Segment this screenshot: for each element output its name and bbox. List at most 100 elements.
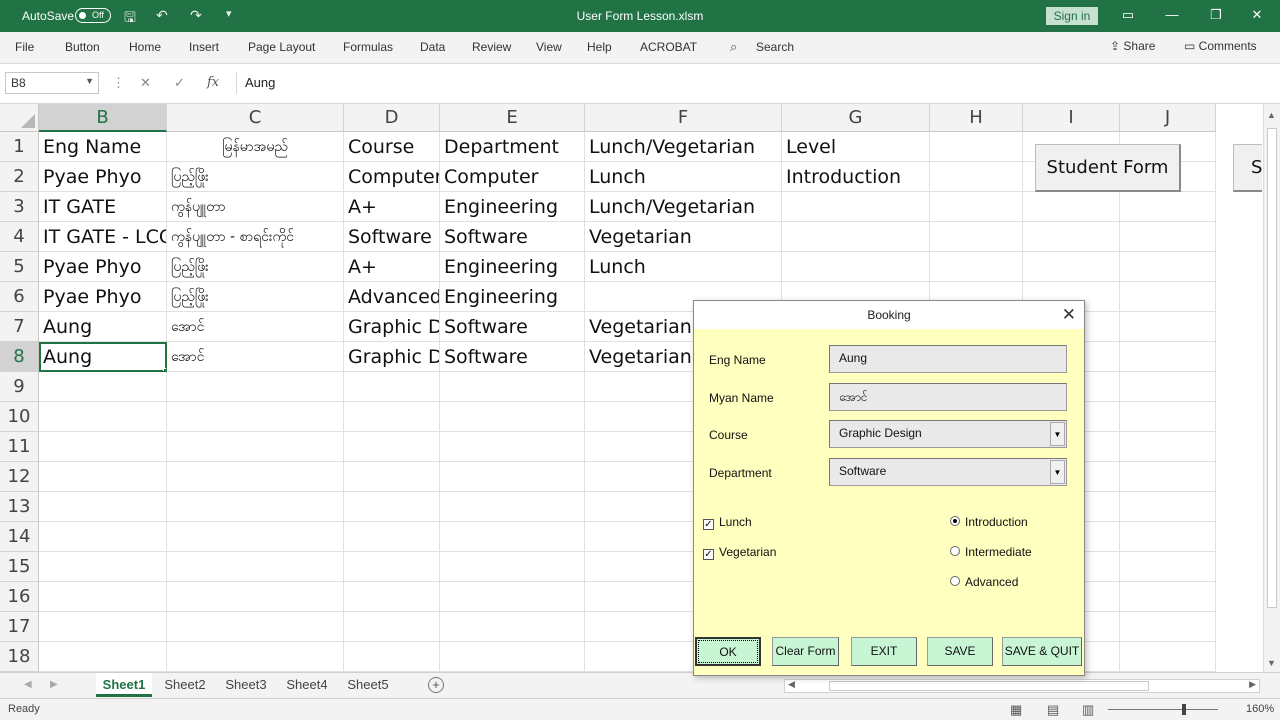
cell-e14[interactable]	[440, 522, 585, 552]
scroll-right-icon[interactable]: ▶	[1249, 679, 1256, 690]
redo-icon[interactable]: ↷	[190, 7, 202, 24]
chevron-down-icon[interactable]: ▼	[1050, 422, 1065, 446]
cell-b17[interactable]	[39, 612, 167, 642]
cell-j14[interactable]	[1120, 522, 1216, 552]
cell-e7[interactable]: Software	[440, 312, 585, 342]
share-button[interactable]: ⇪ Share	[1110, 39, 1155, 53]
cell-c8[interactable]: အောင်	[167, 342, 344, 372]
cell-b11[interactable]	[39, 432, 167, 462]
sheet-button-partial[interactable]: S	[1233, 144, 1262, 192]
select-all-corner[interactable]	[0, 104, 39, 132]
cell-e2[interactable]: Computer	[440, 162, 585, 192]
cell-j16[interactable]	[1120, 582, 1216, 612]
sheet-tab-sheet3[interactable]: Sheet3	[218, 673, 274, 697]
zoom-knob[interactable]	[1182, 704, 1186, 715]
cell-b3[interactable]: IT GATE	[39, 192, 167, 222]
cell-b9[interactable]	[39, 372, 167, 402]
cell-c18[interactable]	[167, 642, 344, 672]
clear-form-button[interactable]: Clear Form	[772, 637, 839, 666]
cell-d6[interactable]: Advanced	[344, 282, 440, 312]
tab-page-layout[interactable]: Page Layout	[248, 40, 315, 54]
column-header-g[interactable]: G	[782, 104, 930, 132]
column-header-e[interactable]: E	[440, 104, 585, 132]
h-scroll-thumb[interactable]	[829, 681, 1149, 691]
cell-e5[interactable]: Engineering	[440, 252, 585, 282]
cell-c2[interactable]: ပြည့်ဖြိုး	[167, 162, 344, 192]
cell-c11[interactable]	[167, 432, 344, 462]
cell-e11[interactable]	[440, 432, 585, 462]
sign-in-button[interactable]: Sign in	[1046, 7, 1098, 25]
row-header-16[interactable]: 16	[0, 582, 39, 612]
row-header-5[interactable]: 5	[0, 252, 39, 282]
cell-f1[interactable]: Lunch/Vegetarian	[585, 132, 782, 162]
vegetarian-checkbox[interactable]: ✓ Vegetarian	[703, 545, 776, 560]
cell-j17[interactable]	[1120, 612, 1216, 642]
cell-j11[interactable]	[1120, 432, 1216, 462]
column-header-d[interactable]: D	[344, 104, 440, 132]
cell-g3[interactable]	[782, 192, 930, 222]
ok-button[interactable]: OK	[695, 637, 761, 666]
vertical-scrollbar[interactable]: ▲ ▼	[1263, 104, 1280, 672]
cell-d12[interactable]	[344, 462, 440, 492]
exit-button[interactable]: EXIT	[851, 637, 917, 666]
cell-c1[interactable]: မြန်မာအမည်	[167, 132, 344, 162]
tab-button[interactable]: Button	[65, 40, 100, 54]
ribbon-display-icon[interactable]: ▭	[1118, 7, 1138, 23]
cell-j8[interactable]	[1120, 342, 1216, 372]
save-button[interactable]: SAVE	[927, 637, 993, 666]
row-header-8[interactable]: 8	[0, 342, 39, 372]
page-break-view-icon[interactable]: ▥	[1082, 702, 1094, 718]
zoom-level[interactable]: 160%	[1246, 703, 1274, 715]
row-header-15[interactable]: 15	[0, 552, 39, 582]
column-header-f[interactable]: F	[585, 104, 782, 132]
cell-g1[interactable]: Level	[782, 132, 930, 162]
row-header-3[interactable]: 3	[0, 192, 39, 222]
cell-g5[interactable]	[782, 252, 930, 282]
cell-b6[interactable]: Pyae Phyo	[39, 282, 167, 312]
cell-g2[interactable]: Introduction	[782, 162, 930, 192]
cell-j12[interactable]	[1120, 462, 1216, 492]
save-icon[interactable]: 🖫	[124, 7, 136, 31]
cell-c15[interactable]	[167, 552, 344, 582]
cell-b8[interactable]: Aung	[39, 342, 167, 372]
cell-j7[interactable]	[1120, 312, 1216, 342]
cell-h5[interactable]	[930, 252, 1023, 282]
cell-j3[interactable]	[1120, 192, 1216, 222]
cell-c7[interactable]: အောင်	[167, 312, 344, 342]
scroll-down-icon[interactable]: ▼	[1267, 658, 1276, 668]
tab-formulas[interactable]: Formulas	[343, 40, 393, 54]
cell-b7[interactable]: Aung	[39, 312, 167, 342]
cell-c17[interactable]	[167, 612, 344, 642]
radio-intermediate[interactable]: Intermediate	[950, 545, 1032, 559]
column-header-h[interactable]: H	[930, 104, 1023, 132]
row-header-17[interactable]: 17	[0, 612, 39, 642]
column-header-c[interactable]: C	[167, 104, 344, 132]
student-form-button[interactable]: Student Form	[1035, 144, 1181, 192]
cell-d17[interactable]	[344, 612, 440, 642]
cell-d9[interactable]	[344, 372, 440, 402]
comments-button[interactable]: ▭ Comments	[1184, 39, 1257, 53]
cell-b15[interactable]	[39, 552, 167, 582]
column-header-j[interactable]: J	[1120, 104, 1216, 132]
normal-view-icon[interactable]: ▦	[1010, 702, 1022, 718]
autosave-toggle[interactable]: Off	[75, 8, 111, 23]
cell-j6[interactable]	[1120, 282, 1216, 312]
cell-d8[interactable]: Graphic De	[344, 342, 440, 372]
scroll-thumb[interactable]	[1267, 128, 1277, 608]
sheet-tab-sheet5[interactable]: Sheet5	[340, 673, 396, 697]
tab-file[interactable]: File	[15, 40, 34, 54]
cell-e10[interactable]	[440, 402, 585, 432]
cell-e16[interactable]	[440, 582, 585, 612]
cell-c13[interactable]	[167, 492, 344, 522]
cell-e12[interactable]	[440, 462, 585, 492]
cell-c12[interactable]	[167, 462, 344, 492]
cell-j15[interactable]	[1120, 552, 1216, 582]
undo-icon[interactable]: ↶	[156, 7, 168, 24]
column-header-b[interactable]: B	[39, 104, 167, 132]
cell-i4[interactable]	[1023, 222, 1120, 252]
row-header-11[interactable]: 11	[0, 432, 39, 462]
cell-e1[interactable]: Department	[440, 132, 585, 162]
row-header-12[interactable]: 12	[0, 462, 39, 492]
scroll-left-icon[interactable]: ◀	[788, 679, 795, 690]
cell-j9[interactable]	[1120, 372, 1216, 402]
